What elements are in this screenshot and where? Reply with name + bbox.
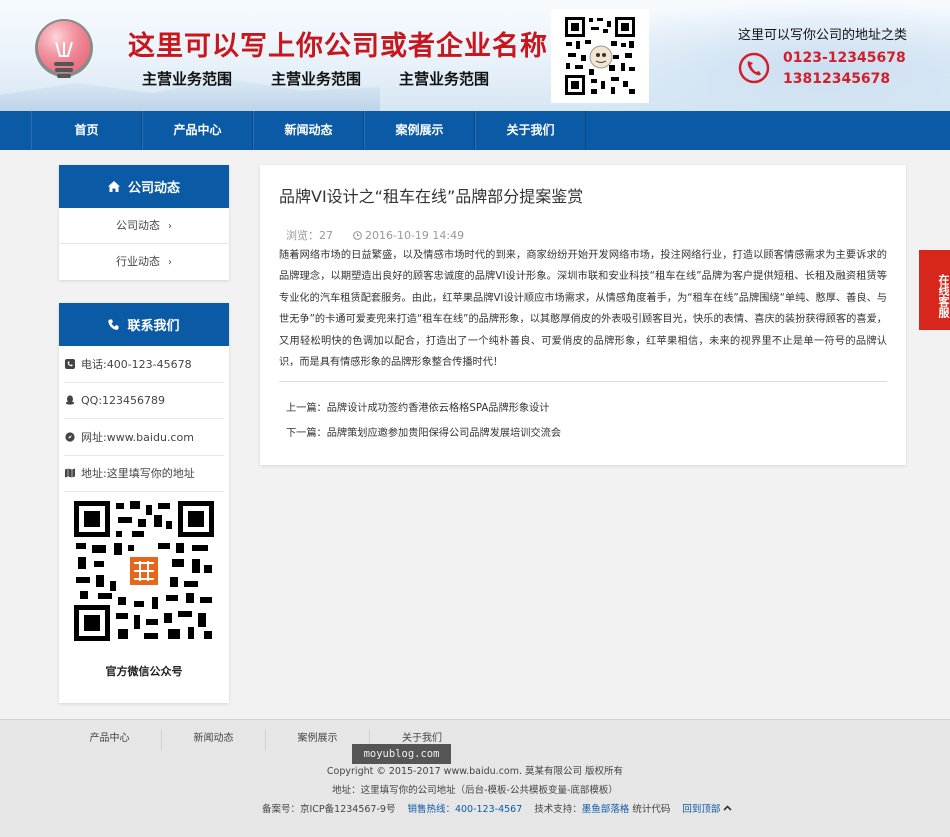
article-meta: 浏览：27 2016-10-19 14:49 [286,227,464,243]
qq-icon [65,395,75,405]
sidebar-item-industry-news[interactable]: 行业动态 › [59,244,229,280]
phone-icon [108,319,119,330]
business-scope-1: 主营业务范围 [142,70,233,88]
article-views: 浏览：27 [286,229,333,242]
article-prev: 上一篇：品牌设计成功签约香港依云格格SPA品牌形象设计 [286,399,549,414]
contact-website: 网址:www.baidu.com [64,419,224,456]
contact-phone: 电话:400-123-45678 [64,346,224,383]
sidebar-contact-header: 联系我们 [59,303,229,346]
article-next-link[interactable]: 品牌策划应邀参加贵阳保得公司品牌发展培训交流会 [327,428,561,439]
contact-phone-text: 电话:400-123-45678 [81,357,192,371]
sidebar-news-box: 公司动态 公司动态 › 行业动态 › [59,165,229,280]
company-name: 这里可以写上你公司或者企业名称 [128,31,548,62]
footer-support: 技术支持：墨鱼部落格 统计代码 [534,801,670,815]
article-next: 下一篇：品牌策划应邀参加贵阳保得公司品牌发展培训交流会 [286,424,561,439]
chevron-up-icon [723,805,732,811]
article-prev-label: 上一篇： [286,403,327,414]
nav-item-cases[interactable]: 案例展示 [364,111,475,150]
contact-qq: QQ:123456789 [64,383,224,419]
footer-link-products[interactable]: 产品中心 [58,730,162,750]
footer-hotline: 销售热线：400-123-4567 [407,804,523,815]
article-divider [279,381,887,382]
compass-icon [65,432,75,442]
footer-stats: 统计代码 [632,804,671,815]
article-body: 随着网络市场的日益繁盛，以及情感市场时代的到来，商家纷纷开始开发网络市场，投注网… [279,250,887,369]
footer-copyright: Copyright © 2015-2017 www.baidu.com. 莫某有… [326,766,624,777]
contact-address-text: 地址:这里填写你的地址 [81,467,195,481]
footer-support-label: 技术支持： [534,804,582,815]
phone-square-icon [65,358,75,369]
nav-item-home[interactable]: 首页 [31,111,142,150]
footer-link-news[interactable]: 新闻动态 [162,730,266,750]
header-qr-code [551,9,649,103]
sidebar-item-label: 行业动态 [116,255,160,268]
home-icon [107,181,120,192]
sidebar-news-title: 公司动态 [127,181,180,196]
sidebar-item-label: 公司动态 [116,219,160,232]
footer-icp: 备案号：京ICP备1234567-9号 [262,804,396,815]
contact-address: 地址:这里填写你的地址 [64,456,224,492]
footer-bottom-line: 备案号：京ICP备1234567-9号 销售热线：400-123-4567 技术… [262,801,732,815]
sidebar-news-header: 公司动态 [59,165,229,208]
sidebar-contact-title: 联系我们 [127,319,180,334]
article-title: 品牌VI设计之“租车在线”品牌部分提案鉴赏 [279,187,584,206]
site-footer: 产品中心 新闻动态 案例展示 关于我们 moyublog.com Copyrig… [0,719,950,837]
article-time: 2016-10-19 14:49 [353,227,464,243]
article-next-label: 下一篇： [286,428,327,439]
back-to-top-label: 回到顶部 [682,804,721,815]
watermark: moyublog.com [352,744,451,764]
map-icon [65,468,75,478]
contact-qq-text: QQ:123456789 [81,393,166,407]
main-nav: 首页 产品中心 新闻动态 案例展示 关于我们 [0,111,950,150]
footer-address: 地址：这里填写你的公司地址（后台-模板-公共模板变量-底部模板） [332,785,618,796]
nav-item-products[interactable]: 产品中心 [142,111,253,150]
nav-item-about[interactable]: 关于我们 [475,111,586,150]
sidebar-contact-box: 联系我们 电话:400-123-45678 QQ:123456789 网址:ww… [59,303,229,703]
phone-number-2: 13812345678 [783,71,891,87]
contact-website-text: 网址:www.baidu.com [81,430,194,444]
chevron-right-icon: › [168,221,172,232]
article-time-text: 2016-10-19 14:49 [365,228,465,242]
clock-icon [353,230,362,240]
article-prev-link[interactable]: 品牌设计成功签约香港依云格格SPA品牌形象设计 [327,403,550,414]
lightbulb-logo-icon[interactable] [30,18,98,86]
footer-support-link[interactable]: 墨鱼部落格 [582,804,630,815]
company-address: 这里可以写你公司的地址之类 [738,28,908,43]
phone-icon [738,52,770,84]
site-header: 这里可以写上你公司或者企业名称 主营业务范围 主营业务范围 主营业务范围 这里可… [0,0,950,111]
business-scope-3: 主营业务范围 [399,70,490,88]
sidebar-item-company-news[interactable]: 公司动态 › [59,208,229,244]
online-service-tab[interactable]: 在线客服 [919,250,950,330]
nav-item-news[interactable]: 新闻动态 [253,111,364,150]
back-to-top-button[interactable]: 回到顶部 [682,801,732,815]
business-scope-2: 主营业务范围 [271,70,362,88]
article-panel: 品牌VI设计之“租车在线”品牌部分提案鉴赏 浏览：27 2016-10-19 1… [260,165,906,465]
wechat-qr-code-icon [74,501,214,641]
phone-number-1: 0123-12345678 [783,50,906,66]
wechat-qr-label: 官方微信公众号 [105,665,183,678]
chevron-right-icon: › [168,257,172,268]
qr-code-icon [563,15,637,97]
